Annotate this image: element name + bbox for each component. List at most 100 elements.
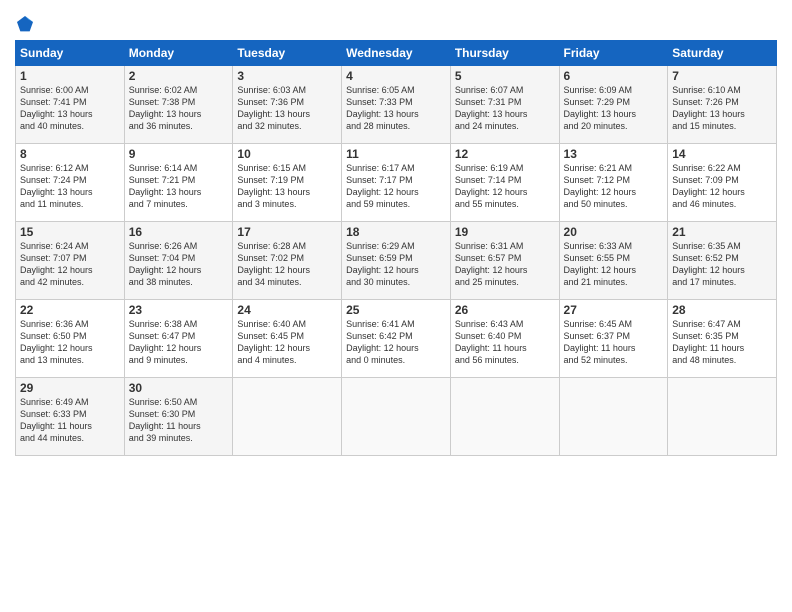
weekday-header-friday: Friday (559, 41, 668, 66)
calendar-cell: 5Sunrise: 6:07 AM Sunset: 7:31 PM Daylig… (450, 66, 559, 144)
day-info: Sunrise: 6:33 AM Sunset: 6:55 PM Dayligh… (564, 240, 664, 289)
calendar-cell: 16Sunrise: 6:26 AM Sunset: 7:04 PM Dayli… (124, 222, 233, 300)
day-info: Sunrise: 6:14 AM Sunset: 7:21 PM Dayligh… (129, 162, 229, 211)
day-info: Sunrise: 6:35 AM Sunset: 6:52 PM Dayligh… (672, 240, 772, 289)
day-number: 26 (455, 303, 555, 317)
day-number: 15 (20, 225, 120, 239)
calendar-week-3: 15Sunrise: 6:24 AM Sunset: 7:07 PM Dayli… (16, 222, 777, 300)
day-info: Sunrise: 6:12 AM Sunset: 7:24 PM Dayligh… (20, 162, 120, 211)
calendar-cell (559, 378, 668, 456)
weekday-header-sunday: Sunday (16, 41, 125, 66)
weekday-header-saturday: Saturday (668, 41, 777, 66)
calendar-week-2: 8Sunrise: 6:12 AM Sunset: 7:24 PM Daylig… (16, 144, 777, 222)
day-info: Sunrise: 6:10 AM Sunset: 7:26 PM Dayligh… (672, 84, 772, 133)
day-number: 3 (237, 69, 337, 83)
calendar-cell: 14Sunrise: 6:22 AM Sunset: 7:09 PM Dayli… (668, 144, 777, 222)
calendar-cell: 6Sunrise: 6:09 AM Sunset: 7:29 PM Daylig… (559, 66, 668, 144)
calendar-cell: 12Sunrise: 6:19 AM Sunset: 7:14 PM Dayli… (450, 144, 559, 222)
calendar-cell: 19Sunrise: 6:31 AM Sunset: 6:57 PM Dayli… (450, 222, 559, 300)
day-info: Sunrise: 6:02 AM Sunset: 7:38 PM Dayligh… (129, 84, 229, 133)
calendar-cell: 20Sunrise: 6:33 AM Sunset: 6:55 PM Dayli… (559, 222, 668, 300)
day-info: Sunrise: 6:31 AM Sunset: 6:57 PM Dayligh… (455, 240, 555, 289)
day-info: Sunrise: 6:40 AM Sunset: 6:45 PM Dayligh… (237, 318, 337, 367)
day-number: 20 (564, 225, 664, 239)
day-info: Sunrise: 6:38 AM Sunset: 6:47 PM Dayligh… (129, 318, 229, 367)
day-number: 10 (237, 147, 337, 161)
calendar-cell: 18Sunrise: 6:29 AM Sunset: 6:59 PM Dayli… (342, 222, 451, 300)
day-number: 12 (455, 147, 555, 161)
day-number: 27 (564, 303, 664, 317)
calendar-week-4: 22Sunrise: 6:36 AM Sunset: 6:50 PM Dayli… (16, 300, 777, 378)
calendar-cell: 1Sunrise: 6:00 AM Sunset: 7:41 PM Daylig… (16, 66, 125, 144)
day-info: Sunrise: 6:26 AM Sunset: 7:04 PM Dayligh… (129, 240, 229, 289)
calendar-cell: 2Sunrise: 6:02 AM Sunset: 7:38 PM Daylig… (124, 66, 233, 144)
calendar-cell: 9Sunrise: 6:14 AM Sunset: 7:21 PM Daylig… (124, 144, 233, 222)
day-number: 17 (237, 225, 337, 239)
weekday-header-monday: Monday (124, 41, 233, 66)
calendar-cell: 30Sunrise: 6:50 AM Sunset: 6:30 PM Dayli… (124, 378, 233, 456)
calendar-cell (233, 378, 342, 456)
day-number: 4 (346, 69, 446, 83)
calendar-cell: 4Sunrise: 6:05 AM Sunset: 7:33 PM Daylig… (342, 66, 451, 144)
day-number: 21 (672, 225, 772, 239)
calendar-cell (342, 378, 451, 456)
day-info: Sunrise: 6:09 AM Sunset: 7:29 PM Dayligh… (564, 84, 664, 133)
day-number: 16 (129, 225, 229, 239)
calendar-cell: 3Sunrise: 6:03 AM Sunset: 7:36 PM Daylig… (233, 66, 342, 144)
logo (15, 14, 37, 34)
day-number: 6 (564, 69, 664, 83)
day-number: 11 (346, 147, 446, 161)
calendar-cell: 28Sunrise: 6:47 AM Sunset: 6:35 PM Dayli… (668, 300, 777, 378)
day-info: Sunrise: 6:49 AM Sunset: 6:33 PM Dayligh… (20, 396, 120, 445)
calendar-cell: 27Sunrise: 6:45 AM Sunset: 6:37 PM Dayli… (559, 300, 668, 378)
day-info: Sunrise: 6:03 AM Sunset: 7:36 PM Dayligh… (237, 84, 337, 133)
calendar-cell (668, 378, 777, 456)
calendar-cell: 23Sunrise: 6:38 AM Sunset: 6:47 PM Dayli… (124, 300, 233, 378)
day-info: Sunrise: 6:19 AM Sunset: 7:14 PM Dayligh… (455, 162, 555, 211)
calendar-table: SundayMondayTuesdayWednesdayThursdayFrid… (15, 40, 777, 456)
page-container: SundayMondayTuesdayWednesdayThursdayFrid… (0, 0, 792, 466)
day-info: Sunrise: 6:15 AM Sunset: 7:19 PM Dayligh… (237, 162, 337, 211)
day-number: 14 (672, 147, 772, 161)
calendar-header-row: SundayMondayTuesdayWednesdayThursdayFrid… (16, 41, 777, 66)
calendar-cell: 25Sunrise: 6:41 AM Sunset: 6:42 PM Dayli… (342, 300, 451, 378)
calendar-cell: 29Sunrise: 6:49 AM Sunset: 6:33 PM Dayli… (16, 378, 125, 456)
day-number: 23 (129, 303, 229, 317)
day-info: Sunrise: 6:05 AM Sunset: 7:33 PM Dayligh… (346, 84, 446, 133)
day-info: Sunrise: 6:36 AM Sunset: 6:50 PM Dayligh… (20, 318, 120, 367)
calendar-cell: 22Sunrise: 6:36 AM Sunset: 6:50 PM Dayli… (16, 300, 125, 378)
day-number: 13 (564, 147, 664, 161)
day-info: Sunrise: 6:00 AM Sunset: 7:41 PM Dayligh… (20, 84, 120, 133)
day-number: 9 (129, 147, 229, 161)
day-info: Sunrise: 6:45 AM Sunset: 6:37 PM Dayligh… (564, 318, 664, 367)
day-number: 29 (20, 381, 120, 395)
calendar-cell: 13Sunrise: 6:21 AM Sunset: 7:12 PM Dayli… (559, 144, 668, 222)
day-number: 2 (129, 69, 229, 83)
calendar-cell (450, 378, 559, 456)
day-info: Sunrise: 6:41 AM Sunset: 6:42 PM Dayligh… (346, 318, 446, 367)
day-number: 5 (455, 69, 555, 83)
calendar-week-5: 29Sunrise: 6:49 AM Sunset: 6:33 PM Dayli… (16, 378, 777, 456)
day-number: 25 (346, 303, 446, 317)
calendar-cell: 24Sunrise: 6:40 AM Sunset: 6:45 PM Dayli… (233, 300, 342, 378)
day-info: Sunrise: 6:24 AM Sunset: 7:07 PM Dayligh… (20, 240, 120, 289)
day-number: 28 (672, 303, 772, 317)
day-info: Sunrise: 6:21 AM Sunset: 7:12 PM Dayligh… (564, 162, 664, 211)
day-number: 24 (237, 303, 337, 317)
day-info: Sunrise: 6:29 AM Sunset: 6:59 PM Dayligh… (346, 240, 446, 289)
weekday-header-tuesday: Tuesday (233, 41, 342, 66)
day-info: Sunrise: 6:07 AM Sunset: 7:31 PM Dayligh… (455, 84, 555, 133)
day-number: 19 (455, 225, 555, 239)
calendar-cell: 8Sunrise: 6:12 AM Sunset: 7:24 PM Daylig… (16, 144, 125, 222)
day-info: Sunrise: 6:22 AM Sunset: 7:09 PM Dayligh… (672, 162, 772, 211)
weekday-header-wednesday: Wednesday (342, 41, 451, 66)
logo-icon (15, 14, 35, 34)
day-info: Sunrise: 6:28 AM Sunset: 7:02 PM Dayligh… (237, 240, 337, 289)
day-number: 30 (129, 381, 229, 395)
day-number: 1 (20, 69, 120, 83)
day-info: Sunrise: 6:47 AM Sunset: 6:35 PM Dayligh… (672, 318, 772, 367)
calendar-cell: 10Sunrise: 6:15 AM Sunset: 7:19 PM Dayli… (233, 144, 342, 222)
day-number: 7 (672, 69, 772, 83)
day-info: Sunrise: 6:43 AM Sunset: 6:40 PM Dayligh… (455, 318, 555, 367)
calendar-cell: 17Sunrise: 6:28 AM Sunset: 7:02 PM Dayli… (233, 222, 342, 300)
